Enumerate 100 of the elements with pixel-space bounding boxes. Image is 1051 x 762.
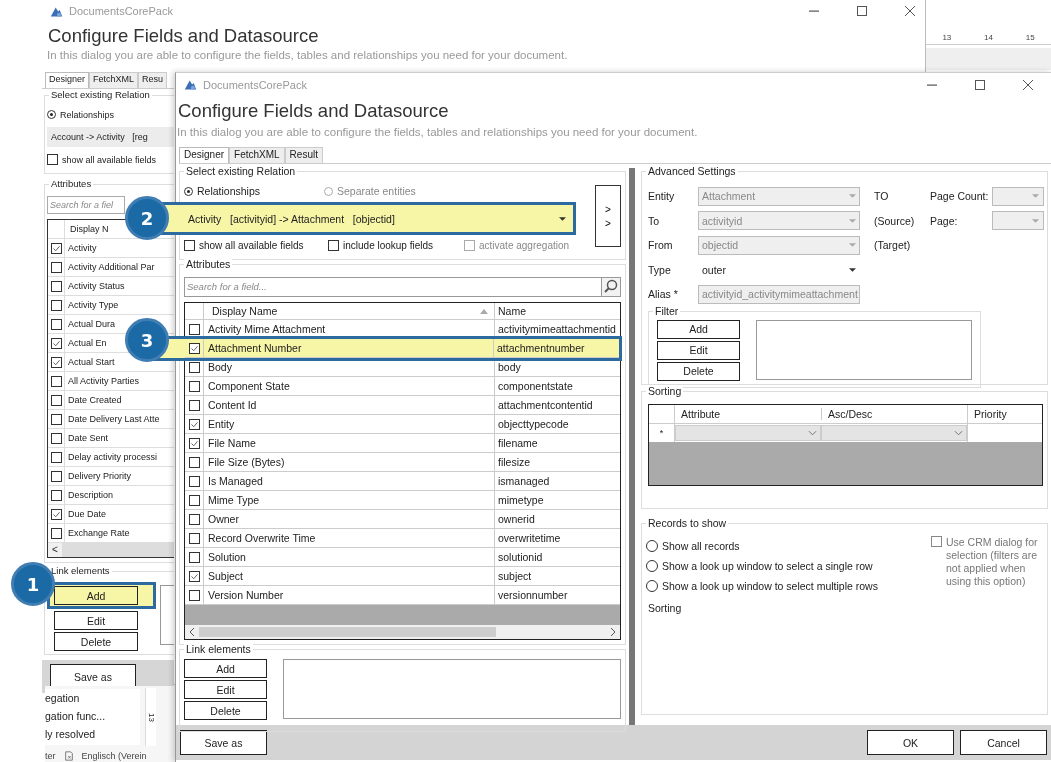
caret-icon[interactable]: [849, 267, 856, 272]
filter-button[interactable]: Edit: [657, 340, 740, 360]
checkbox[interactable]: [50, 299, 62, 311]
scroll-left-icon[interactable]: [189, 628, 195, 636]
table-cell: body: [494, 358, 620, 376]
checkbox[interactable]: [188, 589, 200, 601]
dropdown-field[interactable]: outer: [698, 260, 860, 280]
checkbox[interactable]: [50, 356, 62, 368]
checkbox[interactable]: [188, 551, 200, 563]
column-header[interactable]: Asc/Desc: [821, 408, 967, 420]
checkbox[interactable]: [50, 527, 62, 539]
table-row[interactable]: Mime Type mimetype: [185, 491, 620, 510]
expand-button[interactable]: > >: [595, 185, 621, 247]
link-button[interactable]: Edit: [184, 680, 267, 699]
tab[interactable]: Resu: [138, 72, 168, 88]
table-row[interactable]: Attachment Number attachmentnumber: [185, 339, 619, 358]
search-icon[interactable]: [602, 277, 621, 297]
table-row[interactable]: Entity objecttypecode: [185, 415, 620, 434]
checkbox[interactable]: [188, 418, 200, 430]
checkbox[interactable]: [328, 240, 339, 251]
checkbox[interactable]: [50, 432, 62, 444]
filter-button[interactable]: Add: [657, 319, 740, 339]
filter-button[interactable]: Delete: [657, 361, 740, 381]
checkbox[interactable]: [50, 508, 62, 520]
dropdown-field[interactable]: [992, 186, 1044, 206]
table-row[interactable]: Owner ownerid: [185, 510, 620, 529]
ok-button[interactable]: OK: [867, 730, 954, 755]
checkbox[interactable]: [184, 240, 195, 251]
search-field[interactable]: Search for a field...: [184, 277, 602, 297]
dropdown-field[interactable]: [992, 211, 1044, 231]
checkbox[interactable]: [50, 394, 62, 406]
table-cell-text: Mime Type: [207, 494, 261, 506]
link-button[interactable]: Add: [54, 586, 138, 605]
checkbox[interactable]: [188, 456, 200, 468]
checkbox[interactable]: [188, 342, 200, 354]
table-row[interactable]: Subject subject: [185, 567, 620, 586]
maximize-icon[interactable]: [975, 79, 985, 90]
checkbox[interactable]: [188, 323, 200, 335]
horizontal-scrollbar[interactable]: [185, 625, 620, 639]
checkbox[interactable]: [50, 261, 62, 273]
link-button[interactable]: Delete: [54, 632, 138, 651]
table-row[interactable]: File Name filename: [185, 434, 620, 453]
checkbox[interactable]: [188, 361, 200, 373]
checkbox[interactable]: [50, 413, 62, 425]
checkbox[interactable]: [50, 451, 62, 463]
checkbox[interactable]: [188, 475, 200, 487]
close-icon[interactable]: [905, 6, 915, 16]
checkbox[interactable]: [188, 494, 200, 506]
column-header[interactable]: Display N: [65, 224, 109, 234]
checkbox[interactable]: [50, 489, 62, 501]
checkbox[interactable]: [188, 399, 200, 411]
link-button[interactable]: Delete: [184, 701, 267, 720]
save-as-button[interactable]: Save as: [180, 730, 267, 755]
relation-dropdown[interactable]: Account -> Activity [reg: [47, 127, 174, 147]
table-row[interactable]: Component State componentstate: [185, 377, 620, 396]
table-row[interactable]: Is Managed ismanaged: [185, 472, 620, 491]
table-row[interactable]: Version Number versionnumber: [185, 586, 620, 605]
document-icon[interactable]: [63, 750, 74, 761]
scroll-right-icon[interactable]: [610, 628, 616, 636]
field-label: Entity: [648, 190, 676, 203]
tab[interactable]: Designer: [45, 72, 90, 88]
table-row[interactable]: Content Id attachmentcontentid: [185, 396, 620, 415]
tab[interactable]: FetchXML: [89, 72, 139, 88]
table-row[interactable]: Record Overwrite Time overwritetime: [185, 529, 620, 548]
language-status[interactable]: Englisch (Verein: [81, 750, 147, 761]
column-header[interactable]: Name: [494, 303, 620, 319]
checkbox[interactable]: [188, 513, 200, 525]
link-button[interactable]: Add: [184, 659, 267, 678]
close-icon[interactable]: [1023, 79, 1033, 90]
checkbox[interactable]: [50, 337, 62, 349]
checkbox[interactable]: [50, 375, 62, 387]
tab[interactable]: Designer: [179, 147, 230, 163]
column-header[interactable]: Display Name: [204, 305, 480, 317]
checkbox[interactable]: [188, 570, 200, 582]
column-header[interactable]: Attribute: [675, 408, 821, 420]
search-field[interactable]: Search for a fiel: [47, 196, 125, 214]
tab[interactable]: FetchXML: [229, 147, 285, 163]
checkbox[interactable]: [188, 437, 200, 449]
table-row[interactable]: Solution solutionid: [185, 548, 620, 567]
checkbox[interactable]: [50, 470, 62, 482]
checkbox[interactable]: [931, 536, 942, 547]
checkbox[interactable]: [188, 380, 200, 392]
tab[interactable]: Result: [284, 147, 323, 163]
checkbox[interactable]: [47, 154, 58, 165]
column-header[interactable]: Priority: [967, 405, 1042, 423]
group-label: Link elements: [184, 643, 253, 655]
checkbox[interactable]: [50, 318, 62, 330]
dropdown-field[interactable]: [675, 425, 821, 441]
table-row[interactable]: File Size (Bytes) filesize: [185, 453, 620, 472]
checkbox[interactable]: [50, 242, 62, 254]
table-cell-text: File Name: [207, 437, 257, 449]
cancel-button[interactable]: Cancel: [960, 730, 1047, 755]
caret-icon[interactable]: [559, 216, 566, 221]
group-label: Select existing Relation: [49, 89, 152, 100]
link-button[interactable]: Edit: [54, 611, 138, 630]
checkbox[interactable]: [50, 280, 62, 292]
maximize-icon[interactable]: [857, 6, 867, 16]
dropdown-field[interactable]: [821, 425, 967, 441]
field-note: (Source): [874, 214, 916, 227]
checkbox[interactable]: [188, 532, 200, 544]
